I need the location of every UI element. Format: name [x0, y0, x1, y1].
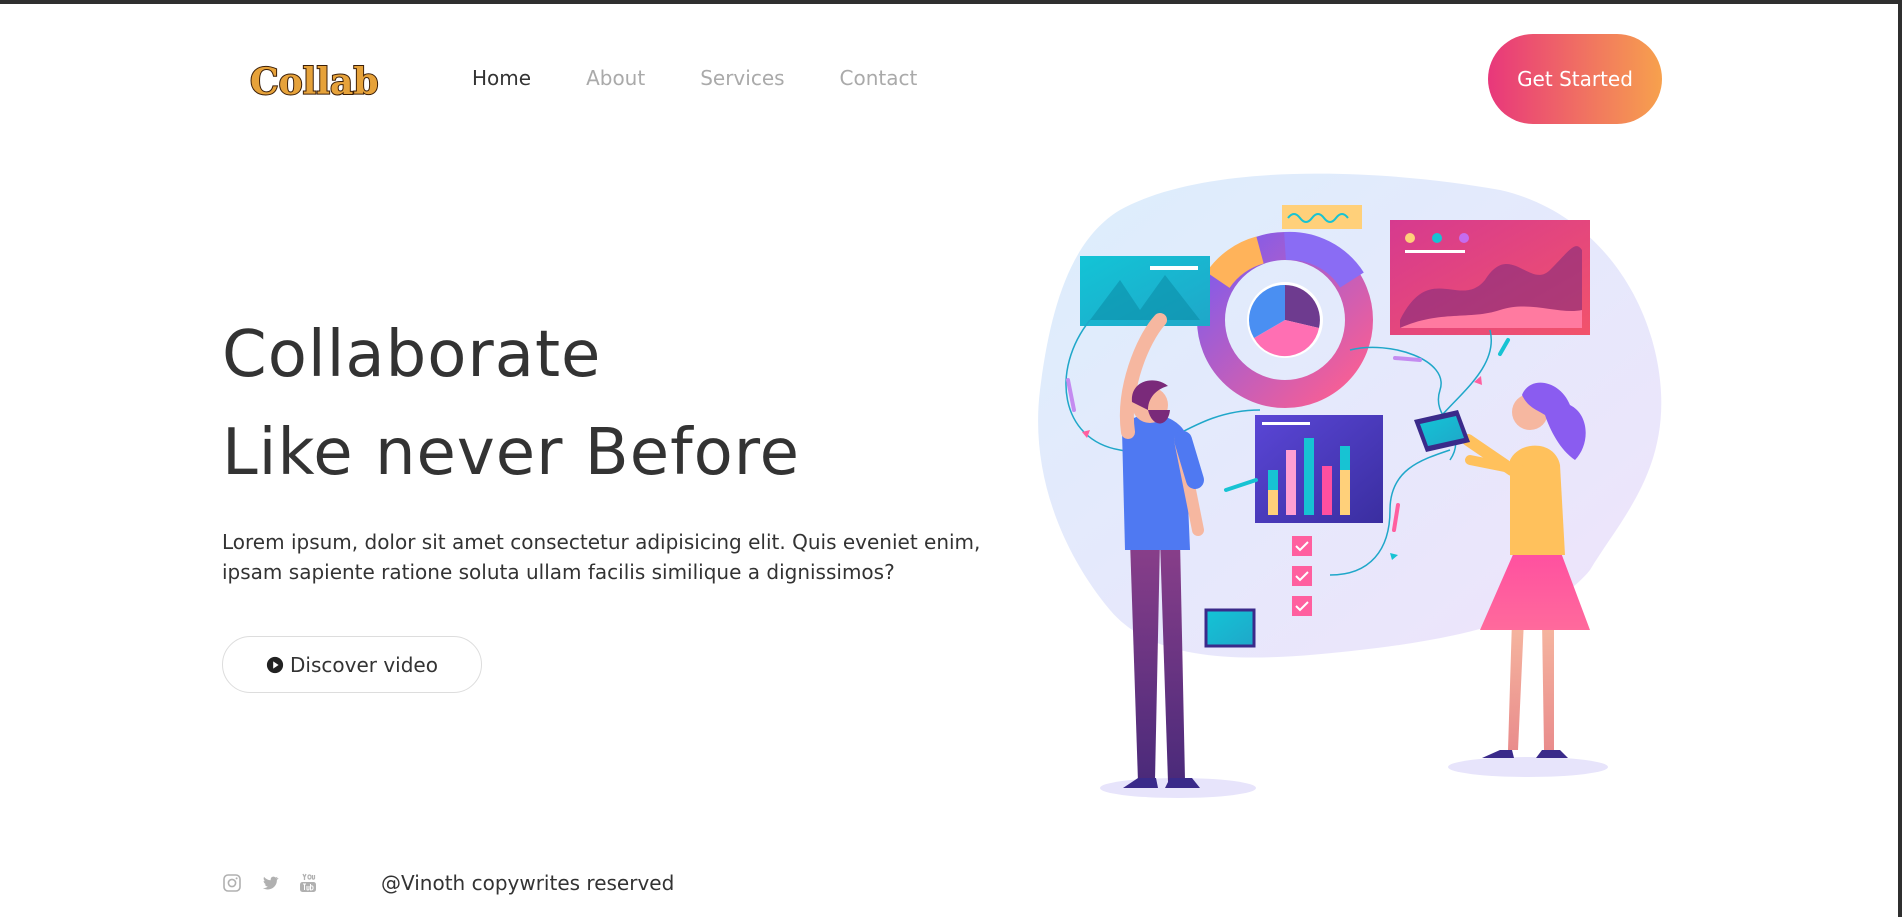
nav-item-home[interactable]: Home [472, 66, 531, 90]
get-started-button[interactable]: Get Started [1488, 34, 1662, 124]
window-frame-top [0, 0, 1902, 4]
discover-video-button[interactable]: Discover video [222, 636, 482, 693]
nav-item-services[interactable]: Services [700, 66, 784, 90]
logo-text: Collab [250, 61, 379, 103]
play-circle-icon [266, 656, 284, 673]
nav-item-contact[interactable]: Contact [840, 66, 918, 90]
copyright-text: @Vinoth copywrites reserved [381, 871, 675, 895]
team-analytics-illustration [1038, 173, 1662, 798]
twitter-icon[interactable] [260, 873, 280, 893]
instagram-icon[interactable] [222, 873, 242, 893]
hero-title-line-2: Like never Before [222, 416, 801, 490]
hero-title: Collaborate Like never Before [222, 306, 800, 502]
window-frame-right [1898, 0, 1902, 917]
hero-title-line-1: Collaborate [222, 318, 602, 392]
hero-description: Lorem ipsum, dolor sit amet consectetur … [222, 530, 981, 584]
main-nav: Home About Services Contact [472, 66, 917, 90]
social-links [222, 873, 318, 893]
youtube-icon[interactable] [298, 873, 318, 893]
discover-video-label: Discover video [290, 652, 438, 677]
nav-item-about[interactable]: About [586, 66, 645, 90]
collab-logo[interactable]: Collab [248, 56, 398, 104]
